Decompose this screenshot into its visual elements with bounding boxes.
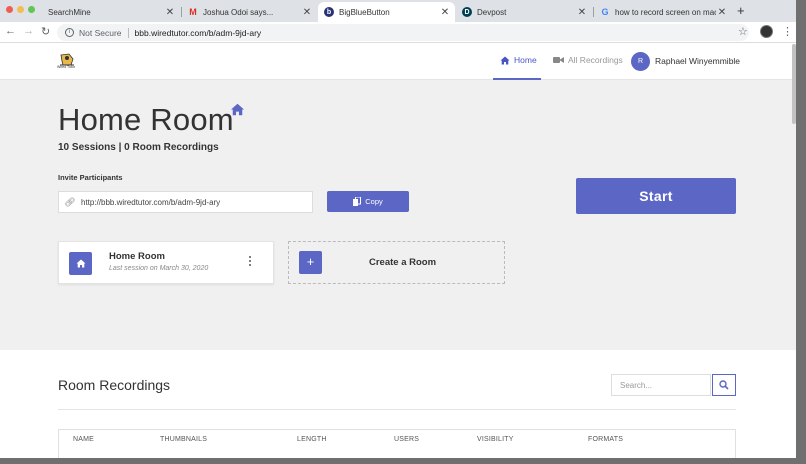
minimize-window-button[interactable] bbox=[17, 6, 24, 13]
room-card[interactable]: Home Room Last session on March 30, 2020 bbox=[58, 241, 274, 284]
home-icon bbox=[230, 103, 245, 121]
site-header: Wired Tutor Home All Recordings R Raphae… bbox=[0, 44, 796, 80]
user-avatar[interactable]: R bbox=[631, 52, 650, 71]
back-arrow-icon[interactable]: ← bbox=[5, 25, 16, 37]
tab-close-icon[interactable]: ✕ bbox=[164, 7, 176, 18]
google-icon: G bbox=[601, 7, 609, 17]
tab-label: SearchMine bbox=[48, 7, 91, 17]
tab-close-icon[interactable]: ✕ bbox=[716, 7, 728, 18]
room-name: Home Room bbox=[109, 251, 165, 262]
plus-icon: + bbox=[299, 251, 322, 274]
tab-strip: SearchMine ✕ M Joshua Odoi says... ✕ b B… bbox=[0, 0, 796, 22]
tab-close-icon[interactable]: ✕ bbox=[576, 7, 588, 18]
page-title: Home Room bbox=[58, 102, 234, 137]
scrollbar[interactable] bbox=[792, 44, 796, 124]
logo-text: Wired Tutor bbox=[57, 65, 76, 69]
copy-button[interactable]: Copy bbox=[327, 191, 409, 212]
recordings-title: Room Recordings bbox=[58, 377, 171, 393]
nav-home[interactable]: Home bbox=[500, 55, 537, 65]
nav-recordings-label: All Recordings bbox=[568, 55, 623, 65]
create-room-card[interactable]: + Create a Room bbox=[288, 241, 505, 284]
devpost-icon: D bbox=[462, 7, 472, 17]
tab-label: Joshua Odoi says... bbox=[203, 7, 274, 17]
tab-bigbluebutton[interactable]: b BigBlueButton ✕ bbox=[318, 2, 455, 22]
tab-label: Devpost bbox=[477, 7, 507, 17]
bigbluebutton-icon: b bbox=[324, 7, 334, 17]
user-name[interactable]: Raphael Winyemmible bbox=[655, 56, 740, 66]
recordings-search-input[interactable]: Search... bbox=[611, 374, 711, 396]
gmail-icon: M bbox=[189, 7, 197, 17]
column-header[interactable]: VISIBILITY bbox=[477, 436, 514, 443]
kebab-menu-icon[interactable] bbox=[249, 256, 253, 268]
divider bbox=[127, 27, 129, 38]
reload-icon[interactable]: ↻ bbox=[41, 25, 50, 38]
create-room-label: Create a Room bbox=[369, 257, 437, 268]
security-label: Not Secure bbox=[79, 27, 122, 38]
column-header[interactable]: LENGTH bbox=[297, 436, 327, 443]
tab-close-icon[interactable]: ✕ bbox=[439, 7, 451, 18]
column-header[interactable]: THUMBNAILS bbox=[160, 436, 207, 443]
nav-all-recordings[interactable]: All Recordings bbox=[553, 55, 623, 65]
tab-devpost[interactable]: D Devpost ✕ bbox=[456, 2, 592, 22]
close-window-button[interactable] bbox=[6, 6, 13, 13]
bookmark-star-icon[interactable]: ☆ bbox=[738, 25, 748, 38]
forward-arrow-icon[interactable]: → bbox=[23, 25, 34, 37]
column-header[interactable]: FORMATS bbox=[588, 436, 623, 443]
divider bbox=[58, 409, 736, 410]
page-content: Wired Tutor Home All Recordings R Raphae… bbox=[0, 44, 796, 458]
room-stats: 10 Sessions | 0 Room Recordings bbox=[58, 142, 219, 153]
start-button[interactable]: Start bbox=[576, 178, 736, 214]
recordings-table: NAME THUMBNAILS LENGTH USERS VISIBILITY … bbox=[58, 429, 736, 458]
room-last-session: Last session on March 30, 2020 bbox=[109, 265, 209, 272]
tab-label: BigBlueButton bbox=[339, 7, 390, 17]
address-bar[interactable]: i Not Secure bbb.wiredtutor.com/b/adm-9j… bbox=[57, 24, 749, 41]
tab-label: how to record screen on mac bbox=[615, 7, 716, 17]
tab-gmail[interactable]: M Joshua Odoi says... ✕ bbox=[182, 2, 317, 22]
zoom-window-button[interactable] bbox=[28, 6, 35, 13]
home-icon bbox=[500, 56, 510, 64]
room-home-icon bbox=[69, 252, 92, 275]
new-tab-button[interactable]: + bbox=[737, 3, 745, 18]
invite-label: Invite Participants bbox=[58, 173, 123, 182]
search-icon bbox=[719, 380, 729, 390]
video-camera-icon bbox=[553, 57, 564, 63]
tab-google-search[interactable]: G how to record screen on mac ✕ bbox=[594, 2, 732, 22]
url-text: bbb.wiredtutor.com/b/adm-9jd-ary bbox=[134, 27, 262, 38]
column-header[interactable]: USERS bbox=[394, 436, 419, 443]
browser-toolbar: ← → ↻ i Not Secure bbb.wiredtutor.com/b/… bbox=[0, 22, 796, 43]
tab-close-icon[interactable]: ✕ bbox=[301, 7, 313, 18]
nav-home-label: Home bbox=[514, 55, 537, 65]
copy-label: Copy bbox=[365, 197, 383, 206]
link-icon: 🔗︎ bbox=[64, 196, 76, 207]
browser-window: SearchMine ✕ M Joshua Odoi says... ✕ b B… bbox=[0, 0, 796, 458]
search-button[interactable] bbox=[712, 374, 736, 396]
column-header[interactable]: NAME bbox=[73, 436, 94, 443]
tab-searchmine[interactable]: SearchMine ✕ bbox=[42, 2, 180, 22]
site-logo[interactable]: Wired Tutor bbox=[57, 53, 77, 70]
browser-menu-icon[interactable]: ⋮ bbox=[782, 25, 793, 38]
profile-avatar-icon[interactable] bbox=[760, 25, 773, 38]
invite-url-text: http://bbb.wiredtutor.com/b/adm-9jd-ary bbox=[81, 197, 221, 207]
invite-url-field[interactable]: 🔗︎ http://bbb.wiredtutor.com/b/adm-9jd-a… bbox=[58, 191, 313, 213]
copy-icon bbox=[353, 197, 362, 206]
info-icon[interactable]: i bbox=[65, 28, 74, 37]
